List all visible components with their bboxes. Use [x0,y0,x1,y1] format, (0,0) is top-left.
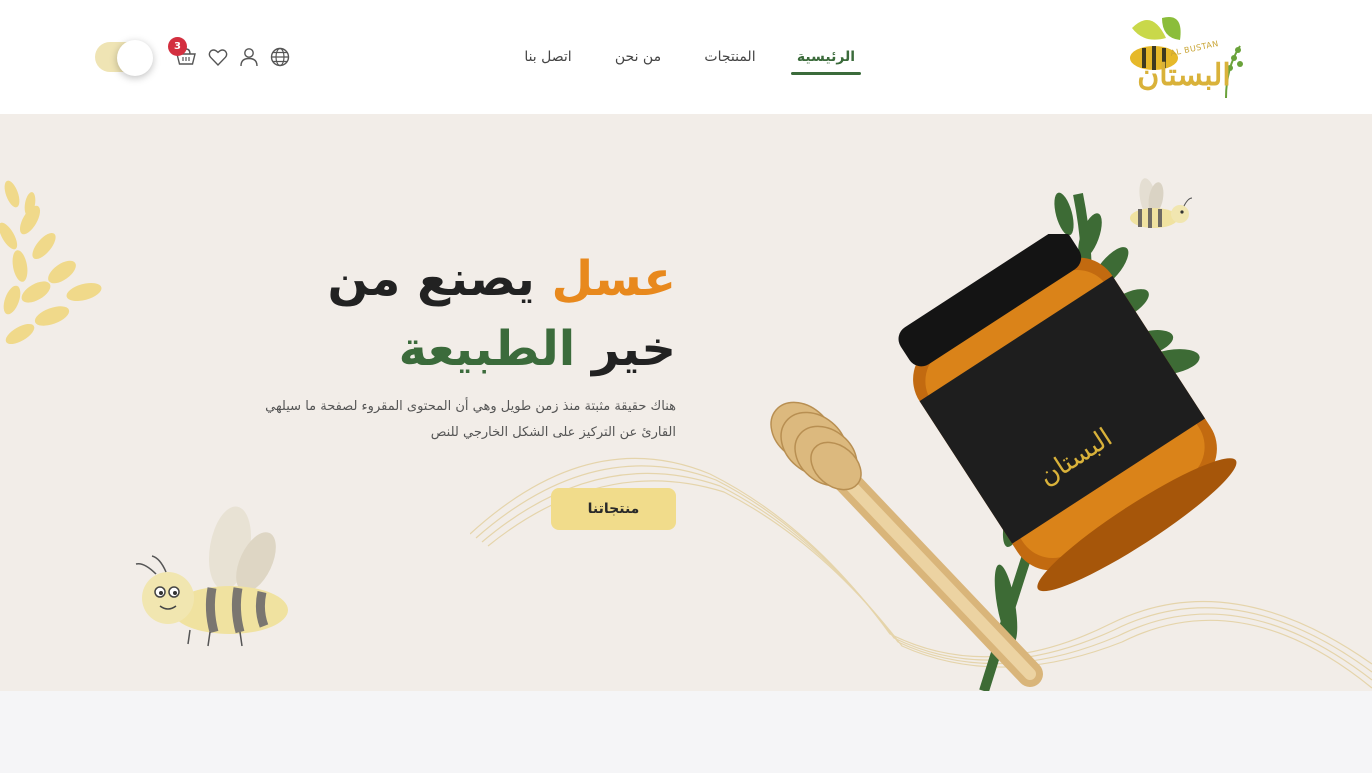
honey-jar-icon: البستان [898,234,1237,592]
wheat-decoration-icon [0,180,102,345]
headline-accent-honey: عسل [551,251,676,307]
hero-description: هناك حقيقة مثبتة منذ زمن طويل وهي أن الم… [265,399,676,440]
headline-accent-nature: الطبيعة [398,321,576,377]
nav-contact-link[interactable]: اتصل بنا [518,44,578,70]
hero-section: البستان عسل يصنع من خير الطبيعة هناك حقي… [0,114,1372,691]
bee-illustration-icon [135,506,288,647]
user-icon[interactable] [238,46,260,68]
headline-text-2: خير [575,321,676,377]
active-nav-indicator [791,72,861,75]
nav-products-link[interactable]: المنتجات [700,44,760,70]
cart-count-badge: 3 [168,37,187,56]
nav-about-link[interactable]: من نحن [612,44,664,70]
site-header: AL BUSTAN البستان الرئيسية المنتجات من ن… [0,0,1372,114]
headline-line-2: خير الطبيعة [327,314,676,384]
toggle-knob [117,40,153,76]
small-bee-icon [1130,178,1193,228]
our-products-button[interactable]: منتجاتنا [551,488,676,530]
hero-headline: عسل يصنع من خير الطبيعة [327,244,676,384]
heart-icon[interactable] [207,46,229,68]
headline-text-1: يصنع من [327,251,552,307]
logo-text: البستان [1137,58,1231,93]
globe-icon[interactable] [269,46,291,68]
nav-home-link[interactable]: الرئيسية [791,44,861,70]
next-section-strip [0,691,1372,773]
headline-line-1: عسل يصنع من [327,244,676,314]
theme-toggle[interactable] [95,40,155,76]
